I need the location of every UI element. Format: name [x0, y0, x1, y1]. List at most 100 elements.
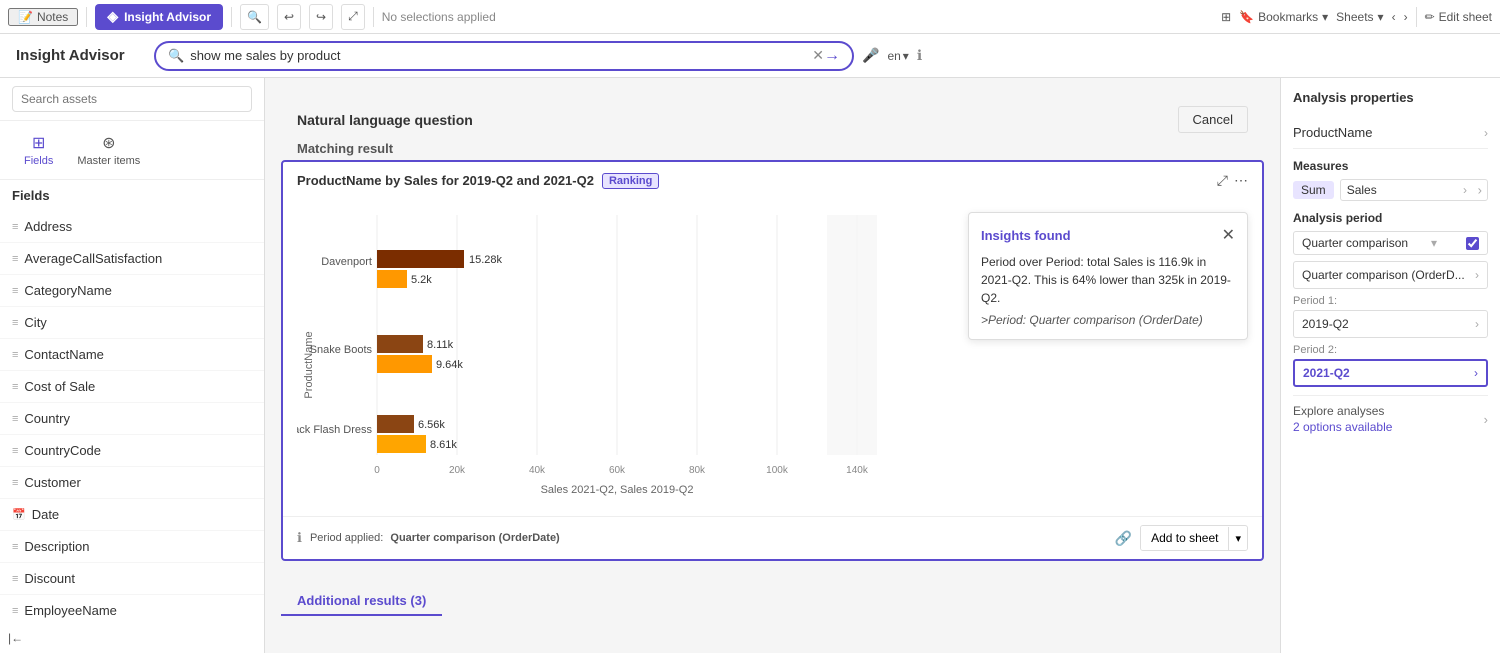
toolbar-separator — [86, 7, 87, 27]
master-items-nav-label: Master items — [77, 155, 140, 167]
prop-name-label: ProductName — [1293, 125, 1484, 140]
next-sheet-button[interactable]: › — [1404, 10, 1408, 24]
field-icon: ≡ — [12, 541, 18, 553]
ranking-badge: Ranking — [602, 173, 659, 189]
list-item[interactable]: ≡ Cost of Sale — [0, 371, 264, 403]
quarter-comparison-dropdown[interactable]: Quarter comparison ▾ — [1293, 231, 1488, 255]
chart-card-header: ProductName by Sales for 2019-Q2 and 202… — [283, 162, 1262, 195]
expand-button[interactable]: ⤢ — [1217, 172, 1228, 189]
svg-text:0: 0 — [374, 465, 380, 476]
list-item[interactable]: ≡ Customer — [0, 467, 264, 499]
quarter-comparison-checkbox[interactable] — [1466, 237, 1479, 250]
svg-text:140k: 140k — [846, 465, 869, 476]
main-layout: ⊞ Fields ⊛ Master items Fields ≡ Address… — [0, 78, 1500, 653]
toolbar-separator3 — [373, 7, 374, 27]
bar-chart: ProductName 15.28k 5.2k — [297, 195, 877, 505]
notes-button[interactable]: 📝 Notes — [8, 8, 78, 26]
cancel-button[interactable]: Cancel — [1178, 106, 1248, 133]
period2-arrow: › — [1474, 366, 1478, 380]
language-selector[interactable]: en ▾ — [887, 49, 908, 63]
field-icon: ≡ — [12, 253, 18, 265]
microphone-icon[interactable]: 🎤 — [862, 47, 879, 64]
svg-text:6.56k: 6.56k — [418, 419, 445, 431]
matching-result-label: Matching result — [281, 133, 1264, 160]
field-icon: ≡ — [12, 317, 18, 329]
undo-button[interactable]: ↩ — [277, 4, 301, 30]
more-options-button[interactable]: ⋯ — [1234, 172, 1248, 189]
insight-advisor-button[interactable]: ◈ Insight Advisor — [95, 4, 223, 30]
list-item[interactable]: ≡ Description — [0, 531, 264, 563]
period-option-row[interactable]: Quarter comparison (OrderD... › — [1293, 261, 1488, 289]
add-to-sheet-button[interactable]: Add to sheet — [1141, 526, 1228, 550]
explore-link[interactable]: 2 options available — [1293, 420, 1392, 434]
explore-arrow-icon[interactable]: › — [1484, 412, 1488, 427]
sidebar-collapse-icon[interactable]: |← — [8, 631, 23, 645]
svg-text:15.28k: 15.28k — [469, 254, 503, 266]
sales-select-arrow: › — [1463, 183, 1467, 197]
svg-text:20k: 20k — [449, 465, 466, 476]
notes-icon: 📝 — [18, 10, 33, 24]
list-item[interactable]: ≡ EmployeeName — [0, 595, 264, 623]
chart-card-actions: ⤢ ⋯ — [1217, 172, 1248, 189]
add-to-sheet-dropdown[interactable]: ▾ — [1228, 527, 1247, 550]
list-item[interactable]: ≡ CountryCode — [0, 435, 264, 467]
field-icon: ≡ — [12, 349, 18, 361]
toolbar-separator4 — [1416, 7, 1417, 27]
grid-view-button[interactable]: ⊞ — [1221, 10, 1231, 24]
bookmarks-button[interactable]: 🔖 Bookmarks ▾ — [1239, 10, 1328, 24]
list-item[interactable]: ≡ AverageCallSatisfaction — [0, 243, 264, 275]
nlq-title: Natural language question — [297, 112, 473, 128]
period2-value-row[interactable]: 2021-Q2 › — [1293, 359, 1488, 387]
redo-button[interactable]: ↪ — [309, 4, 333, 30]
nav-button[interactable]: ⤢ — [341, 4, 365, 30]
insights-close-button[interactable]: ✕ — [1222, 225, 1235, 245]
sheets-button[interactable]: Sheets ▾ — [1336, 10, 1383, 24]
insight-advisor-label: Insight Advisor — [124, 10, 211, 24]
prev-sheet-button[interactable]: ‹ — [1392, 10, 1396, 24]
sales-select[interactable]: Sales › — [1340, 179, 1488, 201]
period1-value: 2019-Q2 — [1302, 317, 1349, 331]
master-items-icon: ⊛ — [102, 133, 115, 153]
fields-icon: ⊞ — [32, 133, 45, 153]
search-input[interactable] — [190, 48, 812, 63]
list-item[interactable]: ≡ CategoryName — [0, 275, 264, 307]
svg-text:8.11k: 8.11k — [427, 339, 454, 351]
measures-row: Sum Sales › — [1293, 179, 1488, 201]
quarter-comparison-label: Quarter comparison — [1302, 236, 1408, 250]
chart-link-button[interactable]: 🔗 — [1115, 530, 1132, 547]
list-item[interactable]: ≡ ContactName — [0, 339, 264, 371]
sales-option-label: Sales — [1347, 183, 1377, 197]
toolbar-separator2 — [231, 7, 232, 27]
list-item[interactable]: ≡ Address — [0, 211, 264, 243]
period-option-arrow: › — [1475, 268, 1479, 282]
svg-text:Snake Boots: Snake Boots — [310, 344, 373, 356]
svg-text:Sales 2021-Q2, Sales 2019-Q2: Sales 2021-Q2, Sales 2019-Q2 — [541, 484, 694, 496]
field-icon: ≡ — [12, 221, 18, 233]
info-icon[interactable]: ℹ — [917, 47, 922, 64]
search-submit-button[interactable]: → — [824, 47, 840, 65]
period-select-row: Quarter comparison ▾ — [1293, 231, 1488, 255]
list-item[interactable]: 📅 Date — [0, 499, 264, 531]
language-label: en — [887, 49, 900, 63]
sidebar-nav-master-items[interactable]: ⊛ Master items — [65, 129, 152, 171]
list-item[interactable]: ≡ City — [0, 307, 264, 339]
search-icon-btn[interactable]: 🔍 — [240, 4, 269, 30]
list-item[interactable]: ≡ Discount — [0, 563, 264, 595]
edit-sheet-button[interactable]: ✏ Edit sheet — [1425, 10, 1492, 24]
insights-subtext: >Period: Quarter comparison (OrderDate) — [981, 313, 1235, 327]
list-item[interactable]: ≡ Country — [0, 403, 264, 435]
top-toolbar: 📝 Notes ◈ Insight Advisor 🔍 ↩ ↪ ⤢ No sel… — [0, 0, 1500, 34]
sidebar-search-input[interactable] — [12, 86, 252, 112]
explore-text-area: Explore analyses 2 options available — [1293, 404, 1392, 434]
sidebar-bottom-nav: |← — [0, 623, 264, 653]
additional-results-tab-item[interactable]: Additional results (3) — [281, 587, 442, 616]
search-clear-icon[interactable]: ✕ — [812, 47, 824, 64]
sidebar-nav-fields[interactable]: ⊞ Fields — [12, 129, 65, 171]
field-icon: ≡ — [12, 285, 18, 297]
analysis-prop-row[interactable]: ProductName › — [1293, 117, 1488, 149]
prop-arrow-icon: › — [1484, 126, 1488, 140]
search-bar: Insight Advisor 🔍 ✕ → 🎤 en ▾ ℹ — [0, 34, 1500, 78]
nlq-header: Natural language question Cancel — [281, 94, 1264, 133]
svg-text:9.64k: 9.64k — [436, 359, 463, 371]
period1-value-row[interactable]: 2019-Q2 › — [1293, 310, 1488, 338]
